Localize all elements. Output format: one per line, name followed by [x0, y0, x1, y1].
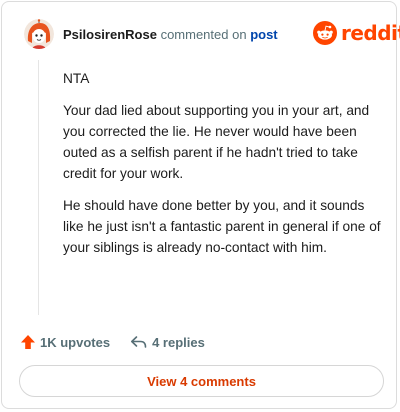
- reddit-logo[interactable]: reddit: [313, 21, 400, 45]
- user-avatar[interactable]: [24, 19, 54, 49]
- upvote-button[interactable]: 1K upvotes: [20, 334, 110, 350]
- post-link[interactable]: post: [250, 27, 277, 42]
- reply-arrow-icon: [131, 336, 147, 348]
- username-link[interactable]: PsilosirenRose: [63, 27, 157, 42]
- thread-line[interactable]: [38, 60, 39, 315]
- upvote-count: 1K upvotes: [40, 334, 111, 350]
- comment-paragraph: Your dad lied about supporting you in yo…: [63, 103, 370, 181]
- comment-paragraph: He should have done better by you, and i…: [63, 198, 381, 255]
- comment-actions: 1K upvotes 4 replies: [20, 332, 205, 352]
- comment-card: PsilosirenRose commented on post reddit …: [1, 1, 400, 409]
- reddit-snoo-icon: [313, 21, 337, 45]
- commented-on-label: commented on: [160, 27, 247, 42]
- view-comments-button[interactable]: View 4 comments: [19, 365, 384, 397]
- avatar-icon: [24, 19, 54, 49]
- comment-header: PsilosirenRose commented on post: [63, 27, 278, 43]
- reddit-wordmark: reddit: [341, 21, 400, 45]
- comment-body: NTA Your dad lied about supporting you i…: [63, 68, 381, 269]
- upvote-arrow-icon: [21, 335, 35, 349]
- reply-count: 4 replies: [152, 334, 205, 350]
- comment-paragraph: NTA: [63, 71, 90, 86]
- replies-button[interactable]: 4 replies: [130, 334, 205, 350]
